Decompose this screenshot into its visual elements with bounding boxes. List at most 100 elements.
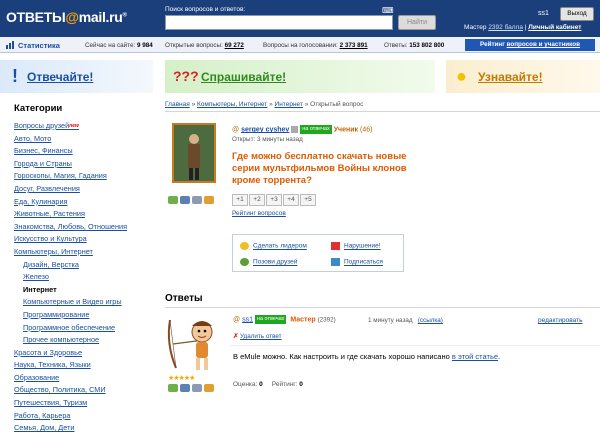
subscribe[interactable]: Подписаться [331, 258, 383, 266]
category-item[interactable]: Семья, Дом, Дети [14, 422, 159, 435]
stat-voting-link[interactable]: 2 373 891 [340, 42, 368, 49]
answers-heading: Ответы [165, 293, 203, 304]
at-icon: @ [233, 316, 241, 324]
vote-buttons: +1 +2 +3 +4 +5 [232, 194, 317, 206]
questions-rating-link[interactable]: Рейтинг вопросов [232, 210, 286, 217]
logout-button[interactable]: Выход [560, 7, 594, 21]
crumb-home[interactable]: Главная [165, 101, 190, 108]
vote-button[interactable]: +1 [232, 194, 248, 206]
exclamation-icon: ! [12, 66, 18, 86]
category-item[interactable]: Прочее компьютерное [14, 334, 159, 347]
category-item[interactable]: Программирование [14, 309, 159, 322]
answer-permalink[interactable]: (ссылка) [418, 317, 443, 324]
answer-banner[interactable]: ! Отвечайте! [0, 60, 153, 93]
category-item[interactable]: Знакомства, Любовь, Отношения [14, 221, 159, 234]
subscribe-icon [331, 258, 340, 266]
friends-icon [240, 258, 249, 266]
category-item[interactable]: Железо [14, 271, 159, 284]
report-violation[interactable]: Нарушение! [331, 242, 381, 250]
category-item[interactable]: Общество, Политика, СМИ [14, 384, 159, 397]
category-item[interactable]: Гороскопы, Магия, Гадания [14, 170, 159, 183]
category-item[interactable]: Работа, Карьера [14, 410, 159, 423]
category-item[interactable]: Интернет [14, 284, 159, 297]
ask-link[interactable]: Спрашивайте! [201, 70, 286, 84]
answer-link[interactable]: Отвечайте! [27, 70, 93, 84]
mail-icon[interactable] [291, 126, 299, 133]
category-item[interactable]: Программное обеспечение [14, 322, 159, 335]
vote-button[interactable]: +4 [283, 194, 299, 206]
category-item[interactable]: Красота и Здоровье [14, 347, 159, 360]
keyboard-icon[interactable]: ⌨ [382, 6, 394, 15]
learn-link[interactable]: Узнавайте! [478, 70, 543, 84]
at-icon: @ [232, 126, 240, 134]
category-item[interactable]: Дизайн, Верстка [14, 259, 159, 272]
vote-button[interactable]: +3 [266, 194, 282, 206]
category-item[interactable]: Компьютеры, Интернет [14, 246, 159, 259]
photo-icon[interactable] [180, 384, 190, 392]
star-icon [240, 242, 249, 250]
rating-button[interactable]: Рейтинг вопросов и участников [465, 39, 595, 51]
categories-heading: Категории [14, 103, 63, 114]
author-icons [168, 196, 216, 206]
category-item[interactable]: Авто, Мото [14, 133, 159, 146]
answer-author-link[interactable]: ss1 [242, 316, 253, 323]
category-item[interactable]: Бизнес, Финансы [14, 145, 159, 158]
status-badge: на отвечах [300, 125, 332, 134]
question-author: @ sergey cyshev на отвечах Ученик (46) [232, 125, 373, 134]
points-link[interactable]: 2392 балла [488, 24, 523, 31]
make-leader[interactable]: Сделать лидером [240, 242, 307, 250]
divider [165, 307, 600, 308]
category-item[interactable]: Наука, Техника, Языки [14, 359, 159, 372]
vote-button[interactable]: +5 [300, 194, 316, 206]
blog-icon[interactable] [204, 384, 214, 392]
search-label: Поиск вопросов и ответов: [165, 6, 246, 13]
answer-score: Оценка: 0 Рейтинг: 0 [233, 381, 303, 388]
stats-title: Статистика [18, 41, 60, 50]
cabinet-link[interactable]: Личный кабинет [528, 24, 581, 31]
delete-answer[interactable]: ✗ Удалить ответ [233, 333, 282, 340]
blog-icon[interactable] [204, 196, 214, 204]
logo[interactable]: ОТВЕТЫ@mail.ru® [6, 9, 127, 25]
learn-banner[interactable]: ● Узнавайте! [446, 60, 600, 93]
stats-chart-icon [6, 41, 14, 49]
category-item[interactable]: Досуг, Развлечения [14, 183, 159, 196]
answer-text-link[interactable]: в этой статье [452, 352, 498, 361]
search-input[interactable] [165, 15, 393, 30]
video-icon[interactable] [192, 384, 202, 392]
status-badge: на отвечах [254, 315, 287, 324]
category-item[interactable]: Образование [14, 372, 159, 385]
stat-open-link[interactable]: 69 272 [225, 42, 244, 49]
author-link[interactable]: sergey cyshev [241, 126, 289, 133]
author-photo[interactable] [172, 123, 216, 183]
edit-answer-link[interactable]: редактировать [538, 317, 582, 324]
invite-friends[interactable]: Позови друзей [240, 258, 297, 266]
answer-avatar[interactable] [164, 314, 226, 374]
category-item[interactable]: Еда, Кулинария [14, 196, 159, 209]
divider [165, 111, 600, 112]
ask-banner[interactable]: ??? Спрашивайте! [165, 60, 435, 93]
crumb-computers[interactable]: Компьютеры, Интернет [197, 101, 267, 108]
category-item[interactable]: Животные, Растения [14, 208, 159, 221]
stat-online: Сейчас на сайте: 9 984 [85, 42, 153, 49]
category-item[interactable]: Путешествия, Туризм [14, 397, 159, 410]
crumb-current: Открытый вопрос [310, 101, 364, 108]
answer-time: 1 минуту назад (ссылка) [368, 317, 443, 324]
friend-icon[interactable] [168, 384, 178, 392]
friend-icon[interactable] [168, 196, 178, 204]
new-badge: new [69, 123, 79, 129]
report-icon [331, 242, 340, 250]
category-item[interactable]: Компьютерные и Видео игры [14, 296, 159, 309]
category-item[interactable]: Искусство и Культура [14, 233, 159, 246]
question-marks-icon: ??? [173, 68, 199, 84]
category-item[interactable]: Города и Страны [14, 158, 159, 171]
find-button[interactable]: Найти [398, 15, 436, 30]
photo-icon[interactable] [180, 196, 190, 204]
author-rank: Ученик [333, 126, 359, 134]
user-status: Мастер 2392 балла | Личный кабинет [464, 24, 582, 31]
crumb-internet[interactable]: Интернет [275, 101, 303, 108]
answer-author-icons [168, 384, 216, 394]
video-icon[interactable] [192, 196, 202, 204]
stat-answers: Ответы: 153 802 800 [384, 42, 445, 49]
vote-button[interactable]: +2 [249, 194, 265, 206]
category-item[interactable]: Вопросы друзейnew [14, 120, 159, 133]
